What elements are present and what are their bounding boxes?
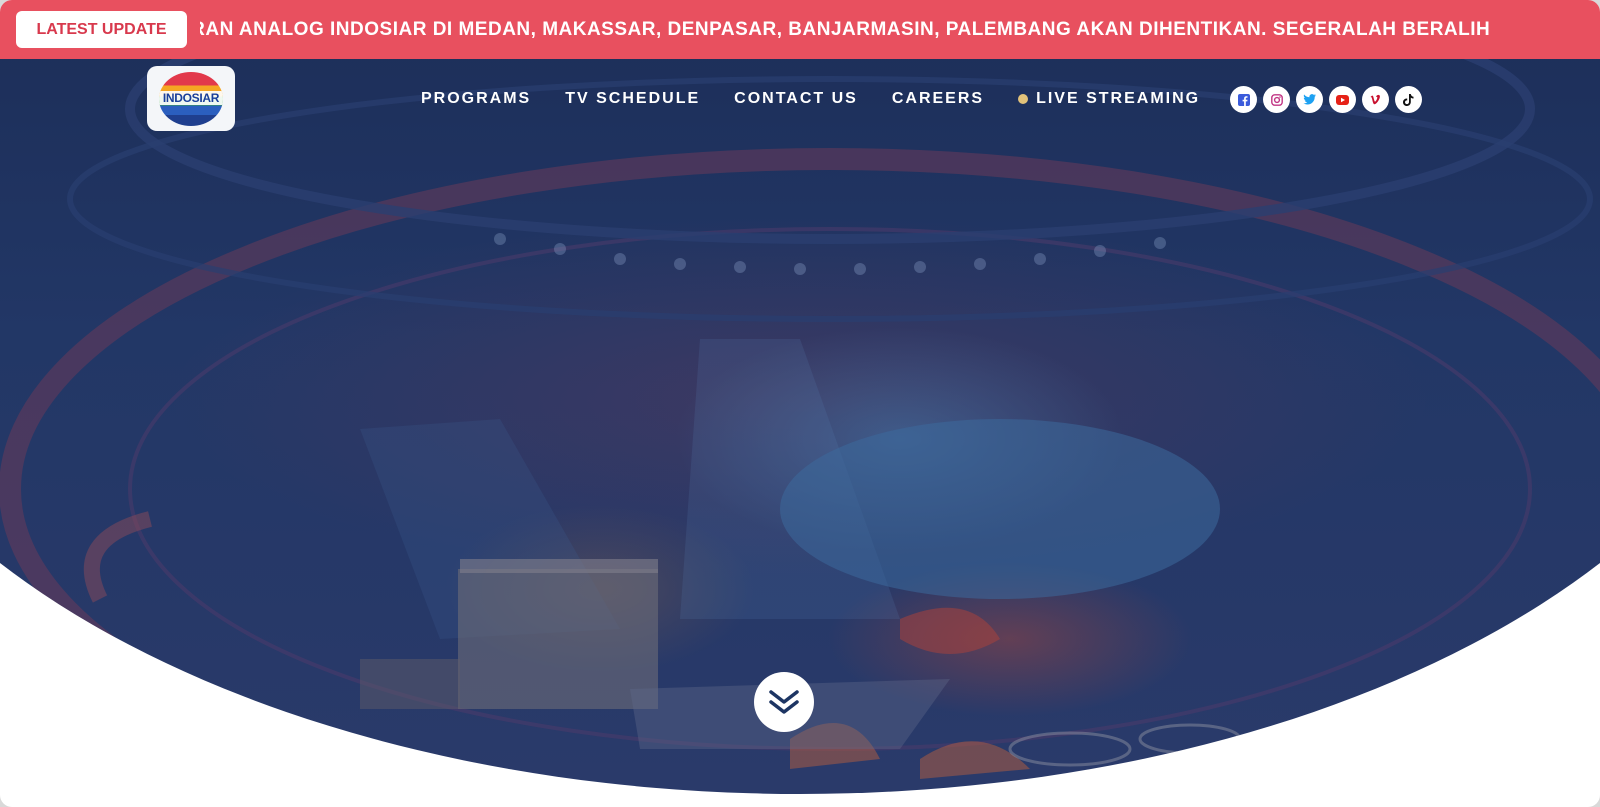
latest-update-badge[interactable]: LATEST UPDATE [16, 11, 187, 48]
twitter-icon [1303, 94, 1316, 105]
ticker-fade [1510, 0, 1570, 59]
facebook-link[interactable] [1230, 86, 1257, 113]
nav-live-streaming[interactable]: LIVE STREAMING [1018, 90, 1200, 108]
nav-tv-schedule[interactable]: TV SCHEDULE [565, 90, 700, 108]
twitter-link[interactable] [1296, 86, 1323, 113]
nav-programs[interactable]: PROGRAMS [421, 90, 531, 108]
logo-emblem: INDOSIAR [159, 71, 223, 126]
nav-contact-us[interactable]: CONTACT US [734, 90, 858, 108]
vimeo-link[interactable] [1362, 86, 1389, 113]
youtube-icon [1336, 94, 1349, 105]
double-chevron-down-icon [769, 690, 799, 714]
social-links [1230, 86, 1428, 113]
main-nav: PROGRAMS TV SCHEDULE CONTACT US CAREERS … [421, 87, 1200, 111]
vimeo-icon [1370, 94, 1380, 105]
browser-window: LATEST UPDATE SIARAN ANALOG INDOSIAR DI … [0, 0, 1600, 807]
ticker-message[interactable]: SIARAN ANALOG INDOSIAR DI MEDAN, MAKASSA… [200, 19, 1490, 41]
instagram-link[interactable] [1263, 86, 1290, 113]
youtube-link[interactable] [1329, 86, 1356, 113]
instagram-icon [1270, 93, 1283, 106]
logo-text: INDOSIAR [159, 90, 223, 105]
nav-live-streaming-label: LIVE STREAMING [1036, 90, 1201, 107]
tiktok-link[interactable] [1395, 86, 1422, 113]
tiktok-icon [1403, 93, 1414, 106]
facebook-icon [1237, 93, 1250, 106]
ticker-marquee: SIARAN ANALOG INDOSIAR DI MEDAN, MAKASSA… [200, 0, 1570, 59]
live-indicator-dot [1018, 93, 1029, 104]
latest-update-ticker: LATEST UPDATE SIARAN ANALOG INDOSIAR DI … [0, 0, 1600, 59]
nav-careers[interactable]: CAREERS [892, 90, 984, 108]
indosiar-logo[interactable]: INDOSIAR [147, 66, 235, 131]
scroll-down-button[interactable] [754, 672, 814, 732]
